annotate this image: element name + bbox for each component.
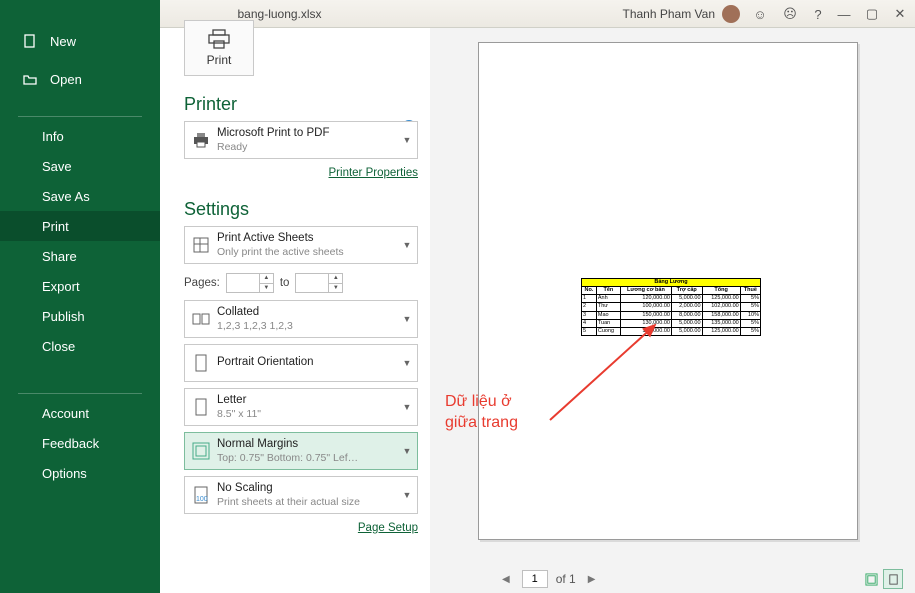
printer-icon bbox=[191, 132, 211, 148]
spin-up-icon[interactable]: ▲ bbox=[329, 274, 342, 284]
sidebar-item-save[interactable]: Save bbox=[0, 151, 160, 181]
preview-page: Bảng LươngNo.TênLương cơ bảnTrợ cấpTổngT… bbox=[478, 42, 858, 540]
new-icon bbox=[22, 33, 38, 49]
pages-from-input[interactable]: ▲▼ bbox=[226, 273, 274, 293]
collate-icon bbox=[191, 311, 211, 327]
feedback-frown-icon[interactable]: ☹ bbox=[775, 0, 805, 28]
sidebar-item-print[interactable]: Print bbox=[0, 211, 160, 241]
margins-icon bbox=[192, 442, 210, 460]
chevron-down-icon: ▼ bbox=[397, 490, 417, 500]
print-button[interactable]: Print bbox=[184, 20, 254, 76]
chevron-down-icon: ▼ bbox=[397, 135, 417, 145]
print-settings-panel: Print Printer i Microsoft Print to PDFRe… bbox=[160, 28, 430, 593]
pages-row: Pages: ▲▼ to ▲▼ bbox=[184, 272, 418, 294]
open-icon bbox=[22, 71, 38, 87]
margins-select[interactable]: Normal MarginsTop: 0.75" Bottom: 0.75" L… bbox=[184, 432, 418, 470]
maximize-button[interactable]: ▢ bbox=[857, 0, 887, 28]
page-of-label: of 1 bbox=[556, 572, 576, 586]
page-input[interactable] bbox=[522, 570, 548, 588]
preview-table: Bảng LươngNo.TênLương cơ bảnTrợ cấpTổngT… bbox=[581, 278, 761, 336]
sidebar-item-open[interactable]: Open bbox=[0, 64, 160, 94]
page-setup-link[interactable]: Page Setup bbox=[358, 522, 418, 534]
chevron-down-icon: ▼ bbox=[397, 240, 417, 250]
username: Thanh Pham Van bbox=[622, 7, 715, 21]
main-area: Print Printer i Microsoft Print to PDFRe… bbox=[160, 28, 915, 593]
sidebar-item-new[interactable]: New bbox=[0, 26, 160, 56]
spin-down-icon[interactable]: ▼ bbox=[260, 284, 273, 293]
next-page-button[interactable]: ▶ bbox=[584, 574, 600, 585]
sidebar-item-export[interactable]: Export bbox=[0, 271, 160, 301]
scaling-icon: 100 bbox=[193, 486, 209, 504]
show-margins-button[interactable] bbox=[861, 569, 881, 589]
annotation-text: Dữ liệu ở giữa trang bbox=[445, 392, 518, 434]
sidebar-item-feedback[interactable]: Feedback bbox=[0, 428, 160, 458]
sidebar-item-options[interactable]: Options bbox=[0, 458, 160, 488]
pages-to-input[interactable]: ▲▼ bbox=[295, 273, 343, 293]
print-preview: Bảng LươngNo.TênLương cơ bảnTrợ cấpTổngT… bbox=[430, 28, 915, 593]
spin-down-icon[interactable]: ▼ bbox=[329, 284, 342, 293]
backstage-sidebar: New Open Info Save Save As Print Share E… bbox=[0, 0, 160, 593]
spin-up-icon[interactable]: ▲ bbox=[260, 274, 273, 284]
collate-select[interactable]: Collated1,2,3 1,2,3 1,2,3 ▼ bbox=[184, 300, 418, 338]
svg-text:100: 100 bbox=[196, 496, 208, 503]
sidebar-item-publish[interactable]: Publish bbox=[0, 301, 160, 331]
printer-big-icon bbox=[206, 29, 232, 49]
print-what-select[interactable]: Print Active SheetsOnly print the active… bbox=[184, 226, 418, 264]
filename: bang-luong.xlsx bbox=[238, 7, 322, 21]
minimize-button[interactable]: — bbox=[829, 0, 859, 28]
sidebar-item-share[interactable]: Share bbox=[0, 241, 160, 271]
paper-size-select[interactable]: Letter8.5" x 11" ▼ bbox=[184, 388, 418, 426]
prev-page-button[interactable]: ◀ bbox=[498, 574, 514, 585]
sidebar-item-saveas[interactable]: Save As bbox=[0, 181, 160, 211]
settings-heading: Settings bbox=[184, 199, 418, 220]
sidebar-item-close[interactable]: Close bbox=[0, 331, 160, 361]
sheets-icon bbox=[192, 236, 210, 254]
chevron-down-icon: ▼ bbox=[397, 402, 417, 412]
printer-properties-link[interactable]: Printer Properties bbox=[329, 167, 418, 179]
zoom-to-page-button[interactable] bbox=[883, 569, 903, 589]
sidebar-item-account[interactable]: Account bbox=[0, 398, 160, 428]
printer-heading: Printer bbox=[184, 94, 418, 115]
portrait-icon bbox=[194, 354, 208, 372]
chevron-down-icon: ▼ bbox=[397, 358, 417, 368]
chevron-down-icon: ▼ bbox=[397, 314, 417, 324]
scaling-select[interactable]: 100 No ScalingPrint sheets at their actu… bbox=[184, 476, 418, 514]
avatar[interactable] bbox=[722, 5, 740, 23]
printer-select[interactable]: Microsoft Print to PDFReady ▼ bbox=[184, 121, 418, 159]
feedback-smile-icon[interactable]: ☺ bbox=[745, 0, 775, 28]
paper-icon bbox=[194, 398, 208, 416]
orientation-select[interactable]: Portrait Orientation ▼ bbox=[184, 344, 418, 382]
pager: ◀ of 1 ▶ bbox=[430, 565, 915, 593]
chevron-down-icon: ▼ bbox=[397, 446, 417, 456]
sidebar-item-info[interactable]: Info bbox=[0, 121, 160, 151]
close-button[interactable]: ✕ bbox=[885, 0, 915, 28]
